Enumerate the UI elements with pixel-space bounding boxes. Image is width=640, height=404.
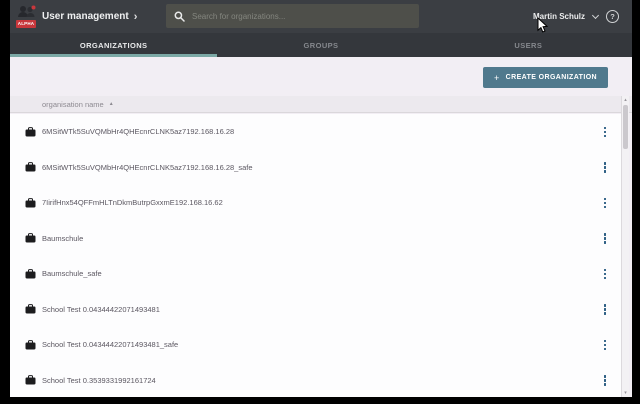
row-menu-button[interactable]	[601, 372, 610, 389]
briefcase-icon	[25, 162, 36, 172]
help-icon[interactable]: ?	[606, 10, 619, 23]
table-row[interactable]: 7IirifHnx54QFFmHLTnDkmButrpGxxmE192.168.…	[10, 185, 621, 221]
row-menu-button[interactable]	[601, 230, 610, 247]
briefcase-icon	[25, 198, 36, 208]
scroll-down-icon[interactable]: ▾	[622, 390, 629, 396]
table-row[interactable]: School Test 0.04344422071493481	[10, 292, 621, 328]
column-header-organisation-name[interactable]: organisation name ▲	[10, 96, 632, 113]
organization-name: 6MSitWTk5SuVQMbHr4QHEcnrCLNK5az7192.168.…	[42, 163, 601, 172]
organization-name: School Test 0.04344422071493481	[42, 305, 601, 314]
breadcrumb: User management ›	[42, 0, 137, 33]
column-header-label: organisation name	[42, 100, 104, 109]
row-menu-button[interactable]	[601, 124, 610, 141]
table-row[interactable]: 6MSitWTk5SuVQMbHr4QHEcnrCLNK5az7192.168.…	[10, 114, 621, 150]
table-row[interactable]: Baumschule_safe	[10, 256, 621, 292]
search-input[interactable]	[192, 12, 411, 21]
user-name[interactable]: Martin Schulz	[533, 12, 585, 21]
tab-organizations[interactable]: ORGANIZATIONS	[10, 33, 217, 57]
organization-name: School Test 0.3539331992161724	[42, 376, 601, 385]
screen: ALPHA User management › Martin Schulz ?	[0, 0, 640, 404]
chevron-right-icon: ›	[134, 11, 138, 23]
table-row[interactable]: School Test 0.04344422071493481_safe	[10, 327, 621, 363]
app-logo-icon[interactable]: ALPHA	[16, 5, 37, 28]
organizations-panel: + CREATE ORGANIZATION organisation name …	[10, 57, 632, 397]
search-icon	[174, 11, 185, 22]
tab-bar: ORGANIZATIONS GROUPS USERS	[10, 33, 632, 57]
scrollbar-thumb[interactable]	[623, 105, 628, 149]
row-menu-button[interactable]	[601, 159, 610, 176]
briefcase-icon	[25, 233, 36, 243]
briefcase-icon	[25, 340, 36, 350]
row-menu-button[interactable]	[601, 195, 610, 212]
briefcase-icon	[25, 304, 36, 314]
user-menu[interactable]: Martin Schulz ?	[533, 0, 619, 33]
chevron-down-icon[interactable]	[592, 11, 599, 18]
page-title: User management	[42, 11, 129, 22]
create-organization-label: CREATE ORGANIZATION	[506, 74, 597, 81]
table-row[interactable]: School Test 0.3539331992161724	[10, 363, 621, 398]
user-management-app: ALPHA User management › Martin Schulz ?	[10, 0, 632, 397]
organization-name: Baumschule_safe	[42, 269, 601, 278]
table-row[interactable]: 6MSitWTk5SuVQMbHr4QHEcnrCLNK5az7192.168.…	[10, 150, 621, 186]
logo-badge: ALPHA	[16, 20, 36, 28]
scrollbar[interactable]: ▴ ▾	[621, 96, 629, 397]
organization-name: School Test 0.04344422071493481_safe	[42, 340, 601, 349]
scroll-up-icon[interactable]: ▴	[622, 97, 629, 103]
sort-ascending-icon: ▲	[109, 101, 114, 107]
organization-name: Baumschule	[42, 234, 601, 243]
briefcase-icon	[25, 375, 36, 385]
organization-name: 6MSitWTk5SuVQMbHr4QHEcnrCLNK5az7192.168.…	[42, 127, 601, 136]
row-menu-button[interactable]	[601, 266, 610, 283]
tab-groups[interactable]: GROUPS	[217, 33, 424, 57]
org-table-body: 6MSitWTk5SuVQMbHr4QHEcnrCLNK5az7192.168.…	[10, 114, 621, 397]
search-bar[interactable]	[166, 4, 419, 28]
briefcase-icon	[25, 127, 36, 137]
table-row[interactable]: Baumschule	[10, 221, 621, 257]
people-icon	[16, 5, 37, 20]
plus-icon: +	[494, 73, 500, 83]
row-menu-button[interactable]	[601, 301, 610, 318]
tab-users[interactable]: USERS	[425, 33, 632, 57]
briefcase-icon	[25, 269, 36, 279]
create-organization-button[interactable]: + CREATE ORGANIZATION	[483, 67, 608, 88]
row-menu-button[interactable]	[601, 337, 610, 354]
top-bar: ALPHA User management › Martin Schulz ?	[10, 0, 632, 33]
organization-name: 7IirifHnx54QFFmHLTnDkmButrpGxxmE192.168.…	[42, 198, 601, 207]
